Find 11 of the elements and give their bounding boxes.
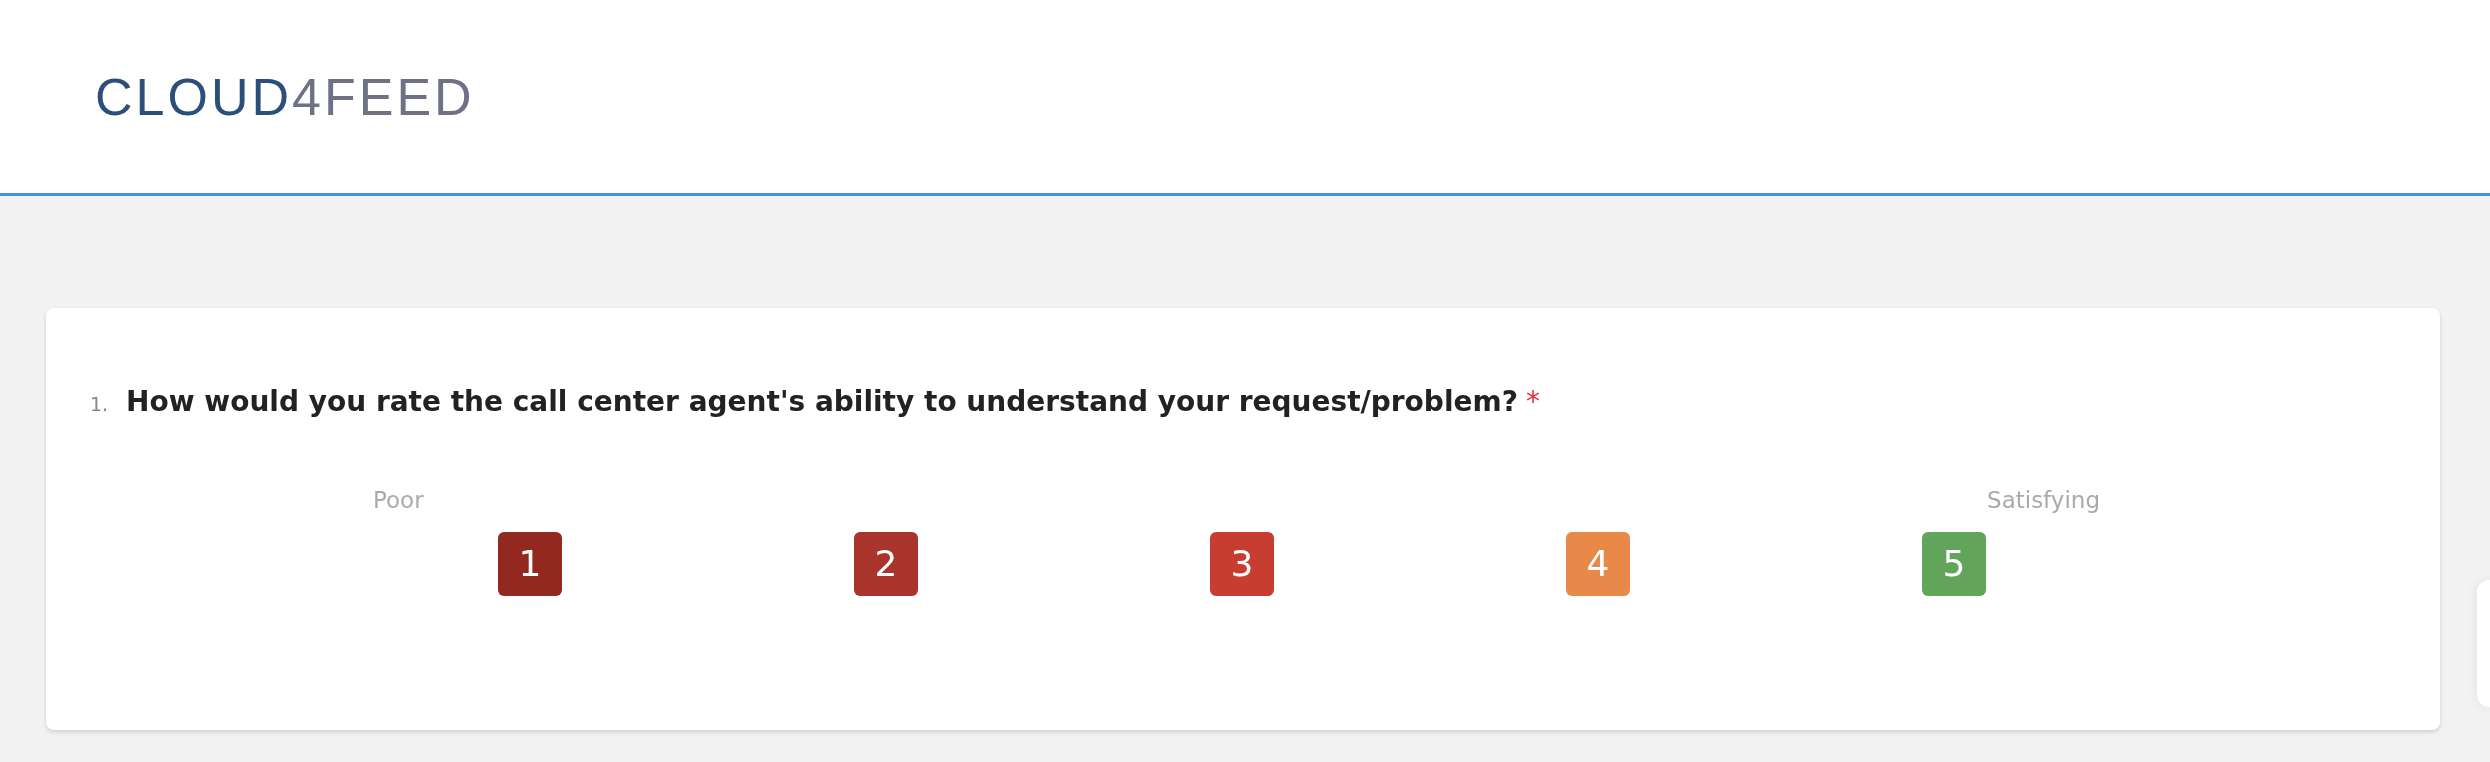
question-text: How would you rate the call center agent's ability to understand your request/problem? xyxy=(126,384,1518,420)
scale-label: Satisfying xyxy=(1987,486,2100,515)
rating-button[interactable]: 5 xyxy=(1922,531,1986,596)
scale-label: Poor xyxy=(373,486,424,515)
rating-button[interactable]: 3 xyxy=(1210,531,1274,596)
question-number: 1. xyxy=(90,392,110,417)
logo: CLOUD4FEED xyxy=(95,66,475,128)
rating-button[interactable]: 2 xyxy=(854,531,918,596)
rating-button[interactable]: 4 xyxy=(1566,531,1630,596)
required-mark: * xyxy=(1525,384,1540,420)
rating-button[interactable]: 1 xyxy=(498,531,562,596)
